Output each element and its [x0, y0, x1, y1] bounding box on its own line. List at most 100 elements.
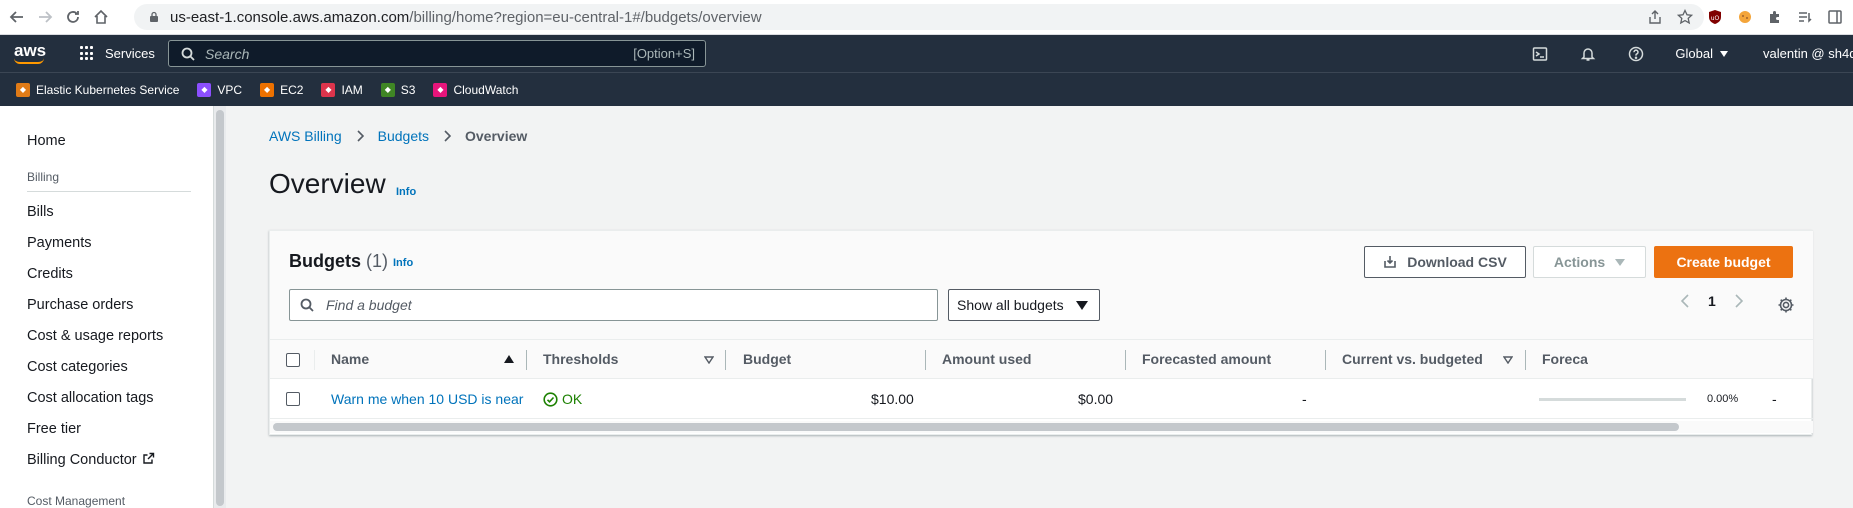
- help-icon[interactable]: [1627, 45, 1645, 63]
- budget-name-link[interactable]: Warn me when 10 USD is near: [331, 391, 523, 407]
- extensions-puzzle-icon[interactable]: [1765, 7, 1785, 27]
- aws-logo[interactable]: aws: [14, 41, 60, 67]
- forward-icon[interactable]: [34, 6, 56, 28]
- sidebar-item-billing-conductor[interactable]: Billing Conductor: [27, 452, 155, 468]
- budget-filter-select[interactable]: Show all budgets: [948, 289, 1100, 321]
- sort-ascending-icon[interactable]: [504, 355, 514, 363]
- sidebar-item-purchase-orders[interactable]: Purchase orders: [27, 297, 133, 313]
- services-button[interactable]: Services: [80, 46, 155, 61]
- reading-list-icon[interactable]: [1795, 7, 1815, 27]
- cloudshell-icon[interactable]: [1531, 45, 1549, 63]
- favorite-label: IAM: [341, 82, 363, 97]
- favorite-label: EC2: [280, 82, 304, 97]
- column-header-forecasted-amount[interactable]: Forecasted amount: [1142, 351, 1271, 367]
- cloudwatch-icon: ◆: [433, 82, 448, 97]
- sidebar-item-bills[interactable]: Bills: [27, 204, 54, 220]
- grid-icon: [80, 46, 95, 61]
- column-header-thresholds[interactable]: Thresholds: [543, 351, 618, 367]
- find-budget-placeholder: Find a budget: [326, 297, 412, 313]
- sidebar-item-payments[interactable]: Payments: [27, 235, 91, 251]
- favorite-label: VPC: [217, 82, 243, 97]
- sidebar-item-credits[interactable]: Credits: [27, 266, 73, 282]
- page-title: Overview: [269, 168, 386, 199]
- next-page-icon[interactable]: [1734, 294, 1744, 308]
- favorites-bar: ◆ Elastic Kubernetes Service ◆ VPC ◆ EC2 ◆ IAM ◆…: [0, 72, 1853, 106]
- ublock-extension-icon[interactable]: uO: [1705, 7, 1725, 27]
- favorite-eks[interactable]: ◆ Elastic Kubernetes Service: [16, 82, 179, 97]
- page-info-link[interactable]: Info: [396, 186, 416, 198]
- sidebar-scrollbar-thumb[interactable]: [216, 110, 224, 506]
- sidebar-item-cost-categories[interactable]: Cost categories: [27, 359, 128, 375]
- page-number[interactable]: 1: [1708, 293, 1716, 309]
- gear-icon[interactable]: [1777, 296, 1795, 314]
- search-shortcut: [Option+S]: [633, 46, 695, 61]
- notifications-bell-icon[interactable]: [1579, 45, 1597, 63]
- chevron-right-icon: [444, 130, 451, 142]
- row-checkbox[interactable]: [286, 392, 300, 406]
- sidebar-item-cost-allocation-tags[interactable]: Cost allocation tags: [27, 390, 154, 406]
- favorite-cloudwatch[interactable]: ◆ CloudWatch: [433, 82, 519, 97]
- column-header-forecasted-vs-budgeted[interactable]: Foreca: [1542, 351, 1588, 367]
- ec2-icon: ◆: [260, 82, 275, 97]
- caret-down-icon: [1720, 50, 1728, 57]
- budget-filter-value: Show all budgets: [957, 297, 1064, 313]
- vpc-icon: ◆: [197, 82, 212, 97]
- budgets-info-link[interactable]: Info: [393, 257, 413, 269]
- sidebar-item-free-tier[interactable]: Free tier: [27, 421, 81, 437]
- download-csv-button[interactable]: Download CSV: [1364, 246, 1526, 278]
- region-selector[interactable]: Global: [1675, 46, 1728, 61]
- table-row[interactable]: Warn me when 10 USD is near OK $10.00 $0…: [270, 379, 1813, 419]
- reload-icon[interactable]: [62, 6, 84, 28]
- forecast-vs-budgeted: -: [1772, 391, 1777, 407]
- panel-title: Budgets (1): [289, 251, 388, 272]
- breadcrumb-budgets[interactable]: Budgets: [378, 128, 429, 144]
- sort-icon[interactable]: [704, 356, 714, 364]
- iam-icon: ◆: [321, 82, 336, 97]
- table-horizontal-scrollbar[interactable]: [270, 421, 1813, 433]
- threshold-status-label: OK: [562, 391, 583, 407]
- sidebar-item-home[interactable]: Home: [27, 133, 66, 149]
- breadcrumb-aws-billing[interactable]: AWS Billing: [269, 128, 342, 144]
- favorite-iam[interactable]: ◆ IAM: [321, 82, 363, 97]
- prev-page-icon[interactable]: [1680, 294, 1690, 308]
- sidebar-scrollbar[interactable]: [214, 106, 226, 508]
- favorite-s3[interactable]: ◆ S3: [380, 82, 415, 97]
- search-input[interactable]: Search [Option+S]: [168, 40, 706, 67]
- select-all-checkbox[interactable]: [286, 353, 300, 367]
- check-circle-icon: [543, 391, 558, 407]
- column-header-amount-used[interactable]: Amount used: [942, 351, 1031, 367]
- address-bar[interactable]: us-east-1.console.aws.amazon.com/billing…: [134, 4, 1704, 30]
- sidebar-item-cost-usage-reports[interactable]: Cost & usage reports: [27, 328, 163, 344]
- budget-amount: $10.00: [871, 391, 914, 407]
- user-label: valentin @ sh4d0w: [1763, 46, 1853, 61]
- favorite-label: CloudWatch: [453, 82, 519, 97]
- svg-text:uO: uO: [1711, 15, 1720, 22]
- search-icon: [181, 47, 195, 61]
- current-vs-budgeted-bar: [1539, 398, 1686, 401]
- column-header-current-vs-budgeted[interactable]: Current vs. budgeted: [1342, 351, 1483, 367]
- favorite-vpc[interactable]: ◆ VPC: [197, 82, 243, 97]
- home-icon[interactable]: [90, 6, 112, 28]
- find-budget-input[interactable]: Find a budget: [289, 289, 938, 321]
- cookie-extension-icon[interactable]: [1735, 7, 1755, 27]
- download-csv-label: Download CSV: [1407, 254, 1507, 270]
- share-icon[interactable]: [1645, 7, 1665, 27]
- actions-button[interactable]: Actions: [1533, 246, 1646, 278]
- favorite-ec2[interactable]: ◆ EC2: [260, 82, 304, 97]
- amount-used: $0.00: [1078, 391, 1114, 407]
- column-header-name[interactable]: Name: [331, 351, 369, 367]
- eks-icon: ◆: [16, 82, 30, 97]
- table-scrollbar-thumb[interactable]: [273, 423, 1679, 431]
- create-budget-label: Create budget: [1676, 254, 1771, 270]
- bookmark-star-icon[interactable]: [1675, 7, 1695, 27]
- user-menu[interactable]: valentin @ sh4d0w: [1763, 46, 1853, 61]
- side-panel-icon[interactable]: [1825, 7, 1845, 27]
- budgets-title: Budgets: [289, 251, 361, 271]
- aws-logo-text: aws: [14, 40, 47, 60]
- browser-toolbar: us-east-1.console.aws.amazon.com/billing…: [0, 0, 1853, 35]
- create-budget-button[interactable]: Create budget: [1654, 246, 1793, 278]
- column-header-budget[interactable]: Budget: [743, 351, 791, 367]
- back-icon[interactable]: [6, 6, 28, 28]
- sidebar-divider: [27, 191, 191, 192]
- sort-icon[interactable]: [1503, 356, 1513, 364]
